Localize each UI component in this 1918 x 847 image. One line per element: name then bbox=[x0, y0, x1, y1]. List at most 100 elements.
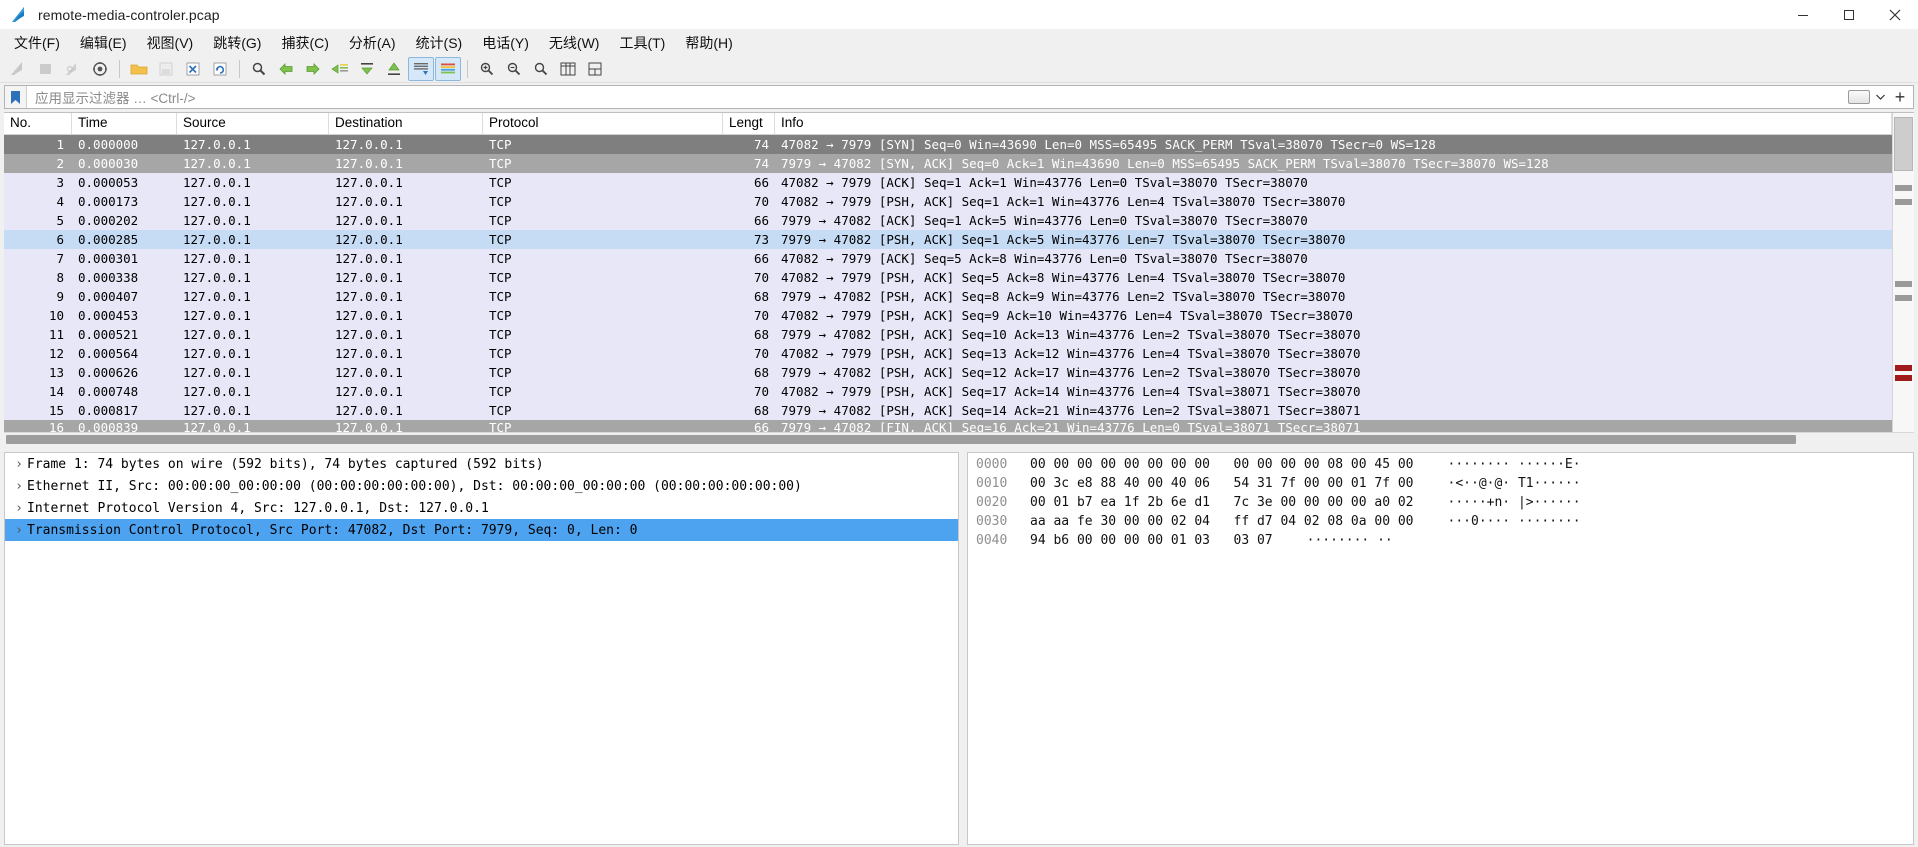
scrollbar-track[interactable] bbox=[1893, 113, 1914, 432]
hex-dump-row[interactable]: 0030 aa aa fe 30 00 00 02 04 ff d7 04 02 … bbox=[968, 512, 1913, 531]
reload-file-button[interactable] bbox=[207, 57, 233, 81]
table-row[interactable]: 16 0.000839 127.0.0.1 127.0.0.1 TCP 66 7979 → … bbox=[4, 420, 1892, 432]
add-filter-button[interactable]: + bbox=[1890, 87, 1910, 108]
chevron-right-icon[interactable]: › bbox=[11, 479, 27, 494]
hex-offset: 0030 bbox=[976, 514, 1008, 529]
menu-analyze[interactable]: 分析(A) bbox=[339, 30, 406, 56]
detail-node-tcp[interactable]: › Transmission Control Protocol, Src Port… bbox=[5, 519, 958, 541]
cell-info: 47082 → 7979 [PSH, ACK] Seq=17 Ack=14 Wi… bbox=[781, 384, 1361, 399]
cell-destination: 127.0.0.1 bbox=[335, 175, 403, 190]
cell-destination: 127.0.0.1 bbox=[335, 289, 403, 304]
hex-ascii: ·<··@·@· T1······ bbox=[1447, 476, 1581, 491]
zoom-out-button[interactable] bbox=[501, 57, 527, 81]
hex-dump-row[interactable]: 0020 00 01 b7 ea 1f 2b 6e d1 7c 3e 00 00 … bbox=[968, 493, 1913, 512]
go-forward-button[interactable] bbox=[300, 57, 326, 81]
menu-tools[interactable]: 工具(T) bbox=[609, 30, 675, 56]
table-row[interactable]: 5 0.000202 127.0.0.1 127.0.0.1 TCP 66 7979 → 4… bbox=[4, 211, 1892, 230]
cell-length: 70 bbox=[753, 194, 769, 209]
detail-node-ipv4[interactable]: › Internet Protocol Version 4, Src: 127.0… bbox=[5, 497, 958, 519]
table-row[interactable]: 13 0.000626 127.0.0.1 127.0.0.1 TCP 68 7979 → … bbox=[4, 363, 1892, 382]
cell-info: 47082 → 7979 [ACK] Seq=1 Ack=1 Win=43776… bbox=[781, 175, 1308, 190]
hex-ascii: ········ ·· bbox=[1306, 533, 1393, 548]
layout-button[interactable] bbox=[582, 57, 608, 81]
cell-no: 6 bbox=[56, 232, 64, 247]
table-row[interactable]: 3 0.000053 127.0.0.1 127.0.0.1 TCP 66 47082 → … bbox=[4, 173, 1892, 192]
display-filter-input[interactable]: 应用显示过滤器 … <Ctrl-/> bbox=[27, 86, 1848, 108]
minimize-button[interactable] bbox=[1780, 0, 1826, 30]
hscrollbar-thumb[interactable] bbox=[6, 435, 1796, 444]
table-row[interactable]: 4 0.000173 127.0.0.1 127.0.0.1 TCP 70 47082 → … bbox=[4, 192, 1892, 211]
table-row[interactable]: 8 0.000338 127.0.0.1 127.0.0.1 TCP 70 47082 → … bbox=[4, 268, 1892, 287]
cell-info: 47082 → 7979 [SYN] Seq=0 Win=43690 Len=0… bbox=[781, 137, 1436, 152]
cell-destination: 127.0.0.1 bbox=[335, 156, 403, 171]
close-file-button[interactable] bbox=[180, 57, 206, 81]
detail-node-ethernet[interactable]: › Ethernet II, Src: 00:00:00_00:00:00 (00… bbox=[5, 475, 958, 497]
hex-dump-row[interactable]: 0040 94 b6 00 00 00 00 01 03 03 07 ·······… bbox=[968, 531, 1913, 550]
restart-capture-button[interactable] bbox=[60, 57, 86, 81]
cell-time: 0.000202 bbox=[78, 213, 139, 228]
column-info[interactable]: Info bbox=[775, 113, 1892, 134]
chevron-right-icon[interactable]: › bbox=[11, 457, 27, 472]
column-no[interactable]: No. bbox=[4, 113, 72, 134]
hex-dump-row[interactable]: 0000 00 00 00 00 00 00 00 00 00 00 00 00 … bbox=[968, 455, 1913, 474]
open-file-button[interactable] bbox=[126, 57, 152, 81]
bookmark-icon[interactable] bbox=[5, 86, 27, 108]
menu-capture[interactable]: 捕获(C) bbox=[271, 30, 338, 56]
table-row[interactable]: 7 0.000301 127.0.0.1 127.0.0.1 TCP 66 47082 → … bbox=[4, 249, 1892, 268]
menu-view[interactable]: 视图(V) bbox=[137, 30, 204, 56]
menu-go[interactable]: 跳转(G) bbox=[203, 30, 271, 56]
maximize-button[interactable] bbox=[1826, 0, 1872, 30]
column-protocol[interactable]: Protocol bbox=[483, 113, 723, 134]
chevron-right-icon[interactable]: › bbox=[11, 523, 27, 538]
table-row[interactable]: 12 0.000564 127.0.0.1 127.0.0.1 TCP 70 47082 →… bbox=[4, 344, 1892, 363]
menu-help[interactable]: 帮助(H) bbox=[675, 30, 742, 56]
go-to-last-button[interactable] bbox=[381, 57, 407, 81]
table-row[interactable]: 15 0.000817 127.0.0.1 127.0.0.1 TCP 68 7979 → … bbox=[4, 401, 1892, 420]
menu-file[interactable]: 文件(F) bbox=[4, 30, 70, 56]
cell-source: 127.0.0.1 bbox=[183, 365, 251, 380]
auto-scroll-button[interactable] bbox=[408, 56, 434, 81]
go-to-packet-button[interactable] bbox=[327, 57, 353, 81]
close-button[interactable] bbox=[1872, 0, 1918, 30]
table-row[interactable]: 10 0.000453 127.0.0.1 127.0.0.1 TCP 70 47082 →… bbox=[4, 306, 1892, 325]
hex-bytes: aa aa fe 30 00 00 02 04 ff d7 04 02 08 0… bbox=[1030, 514, 1414, 529]
separator-2 bbox=[239, 59, 240, 78]
find-packet-button[interactable] bbox=[246, 57, 272, 81]
table-row[interactable]: 1 0.000000 127.0.0.1 127.0.0.1 TCP 74 47082 → … bbox=[4, 135, 1892, 154]
colorize-button[interactable] bbox=[435, 56, 461, 81]
table-row[interactable]: 9 0.000407 127.0.0.1 127.0.0.1 TCP 68 7979 → 4… bbox=[4, 287, 1892, 306]
chevron-right-icon[interactable]: › bbox=[11, 501, 27, 516]
table-row[interactable]: 2 0.000030 127.0.0.1 127.0.0.1 TCP 74 7979 → 4… bbox=[4, 154, 1892, 173]
cell-time: 0.000521 bbox=[78, 327, 139, 342]
go-back-button[interactable] bbox=[273, 57, 299, 81]
column-time[interactable]: Time bbox=[72, 113, 177, 134]
table-row[interactable]: 6 0.000285 127.0.0.1 127.0.0.1 TCP 73 7979 → 4… bbox=[4, 230, 1892, 249]
go-to-first-button[interactable] bbox=[354, 57, 380, 81]
column-source[interactable]: Source bbox=[177, 113, 329, 134]
detail-node-frame[interactable]: › Frame 1: 74 bytes on wire (592 bits), 7… bbox=[5, 453, 958, 475]
chevron-down-icon[interactable] bbox=[1872, 94, 1888, 100]
save-file-button[interactable] bbox=[153, 57, 179, 81]
table-row[interactable]: 11 0.000521 127.0.0.1 127.0.0.1 TCP 68 7979 → … bbox=[4, 325, 1892, 344]
menu-statistics[interactable]: 统计(S) bbox=[406, 30, 473, 56]
stop-capture-button[interactable] bbox=[33, 57, 59, 81]
packet-list-hscrollbar[interactable] bbox=[4, 432, 1914, 446]
start-capture-button[interactable] bbox=[6, 57, 32, 81]
menu-edit[interactable]: 编辑(E) bbox=[70, 30, 137, 56]
menu-telephony[interactable]: 电话(Y) bbox=[472, 30, 539, 56]
zoom-reset-button[interactable] bbox=[528, 57, 554, 81]
column-destination[interactable]: Destination bbox=[329, 113, 483, 134]
hex-offset: 0040 bbox=[976, 533, 1008, 548]
hex-dump-row[interactable]: 0010 00 3c e8 88 40 00 40 06 54 31 7f 00 … bbox=[968, 474, 1913, 493]
zoom-in-button[interactable] bbox=[474, 57, 500, 81]
cell-no: 3 bbox=[56, 175, 64, 190]
packet-list-scrollbar[interactable] bbox=[1892, 113, 1914, 432]
scrollbar-thumb[interactable] bbox=[1894, 117, 1913, 171]
table-row[interactable]: 14 0.000748 127.0.0.1 127.0.0.1 TCP 70 47082 →… bbox=[4, 382, 1892, 401]
capture-options-button[interactable] bbox=[87, 57, 113, 81]
menu-wireless[interactable]: 无线(W) bbox=[539, 30, 610, 56]
cell-info: 7979 → 47082 [SYN, ACK] Seq=0 Ack=1 Win=… bbox=[781, 156, 1549, 171]
column-length[interactable]: Lengt bbox=[723, 113, 775, 134]
resize-columns-button[interactable] bbox=[555, 57, 581, 81]
filter-bookmarks-chip[interactable] bbox=[1848, 90, 1870, 104]
